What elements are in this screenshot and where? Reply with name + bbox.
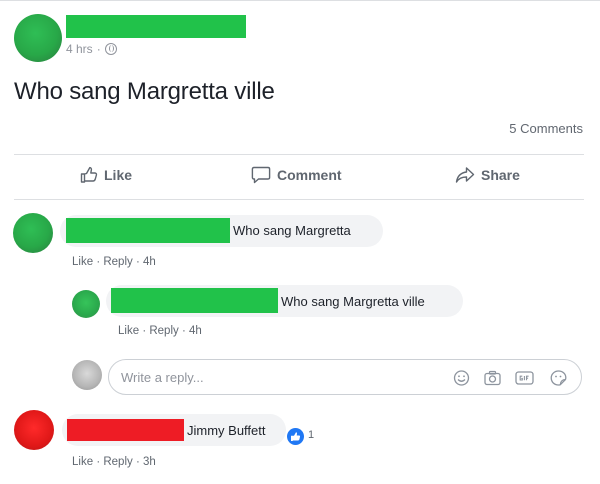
post-author-avatar[interactable]	[14, 14, 62, 62]
reply-like-link[interactable]: Like	[118, 325, 139, 337]
emoji-icon[interactable]	[453, 370, 470, 386]
write-reply-input[interactable]: Write a reply...	[108, 359, 582, 395]
second-comment-reply-link[interactable]: Reply	[103, 456, 132, 468]
comment-reply-link[interactable]: Reply	[103, 256, 132, 268]
reply-actions: Like · Reply · 4h	[118, 325, 202, 337]
commenter-name-redacted[interactable]	[66, 218, 230, 243]
comment-text: Who sang Margretta	[233, 223, 351, 238]
second-commenter-name-redacted[interactable]	[67, 419, 184, 441]
divider-top	[14, 154, 584, 155]
share-button[interactable]: Share	[455, 166, 520, 184]
top-border	[0, 0, 600, 1]
replier-name-redacted[interactable]	[111, 288, 278, 313]
post-time[interactable]: 4 hrs	[66, 42, 93, 56]
like-reaction-icon	[291, 432, 301, 441]
comment-time[interactable]: 4h	[143, 256, 156, 268]
second-comment-text: Jimmy Buffett	[187, 423, 266, 438]
comment-actions: Like · Reply · 4h	[72, 256, 156, 268]
reply-text: Who sang Margretta ville	[281, 294, 425, 309]
second-commenter-avatar[interactable]	[14, 410, 54, 450]
replier-avatar[interactable]	[72, 290, 100, 318]
share-icon	[455, 167, 475, 183]
current-user-avatar	[72, 360, 102, 390]
like-reaction-badge[interactable]	[287, 428, 304, 445]
second-comment-like-link[interactable]: Like	[72, 456, 93, 468]
comment-button[interactable]: Comment	[251, 166, 342, 184]
second-comment-actions: Like · Reply · 3h	[72, 456, 156, 468]
share-label: Share	[481, 167, 520, 183]
camera-icon[interactable]	[484, 370, 501, 386]
post-meta: 4 hrs ·	[66, 42, 117, 56]
reply-placeholder: Write a reply...	[121, 370, 204, 385]
sticker-icon[interactable]	[550, 370, 567, 386]
reaction-count[interactable]: 1	[308, 429, 314, 441]
comment-label: Comment	[277, 167, 342, 183]
like-label: Like	[104, 167, 133, 183]
comment-icon	[251, 166, 271, 184]
meta-separator: ·	[96, 42, 101, 56]
post-text: Who sang Margretta ville	[14, 78, 275, 105]
like-thumb-icon	[80, 166, 98, 183]
reply-time[interactable]: 4h	[189, 325, 202, 337]
comments-count-link[interactable]: 5 Comments	[509, 121, 583, 136]
globe-icon	[104, 43, 117, 55]
divider-bottom	[14, 199, 584, 200]
gif-icon[interactable]	[515, 370, 534, 386]
like-button[interactable]: Like	[80, 166, 132, 184]
commenter-avatar[interactable]	[13, 213, 53, 253]
post-author-name-redacted[interactable]	[66, 15, 246, 38]
comment-like-link[interactable]: Like	[72, 256, 93, 268]
reply-reply-link[interactable]: Reply	[149, 325, 178, 337]
second-comment-time[interactable]: 3h	[143, 456, 156, 468]
